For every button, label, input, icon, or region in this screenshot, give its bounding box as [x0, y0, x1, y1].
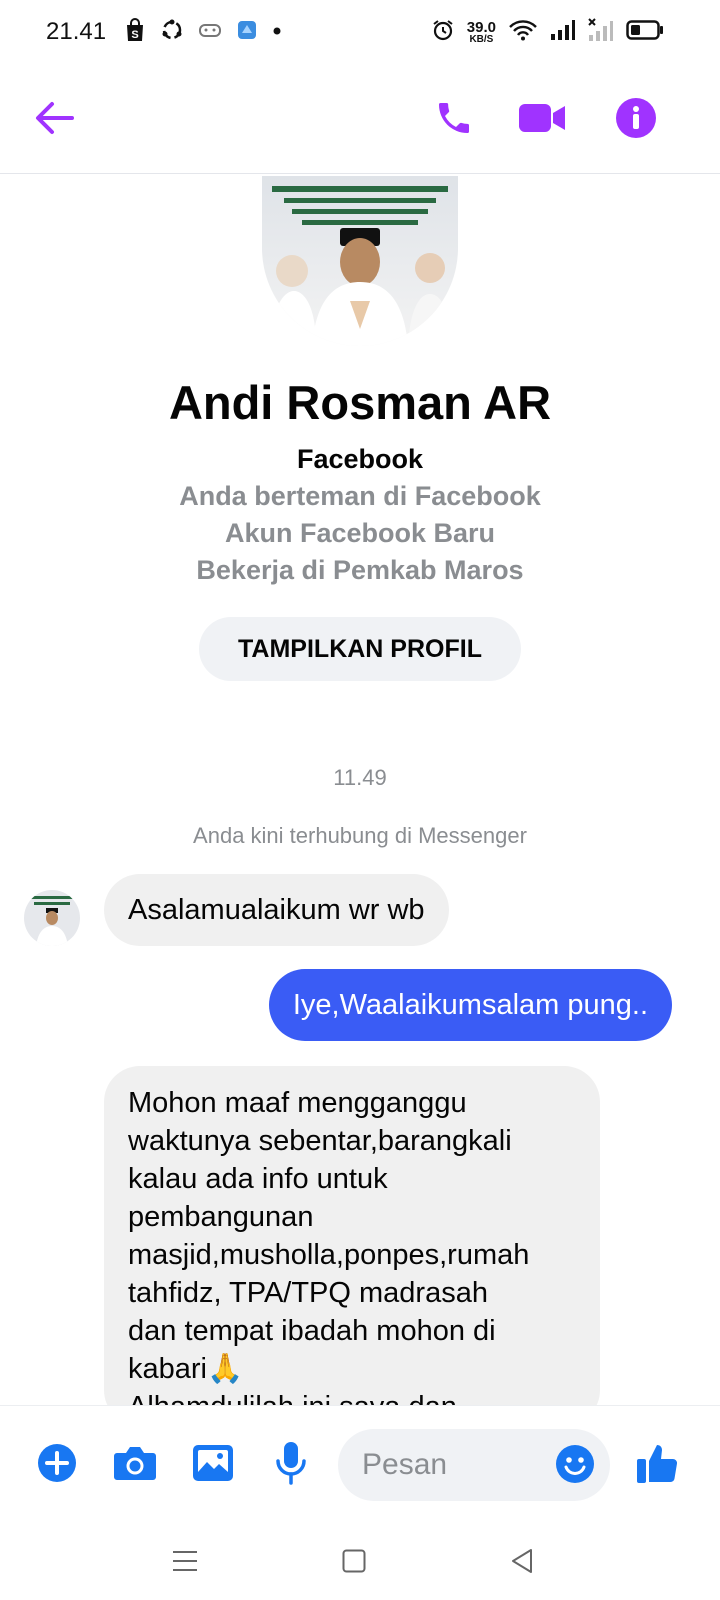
emoji-icon: [555, 1444, 595, 1489]
camera-button[interactable]: [110, 1440, 160, 1490]
system-status-icons: 39.0 KB/S: [431, 16, 664, 48]
message-line: waktunya sebentar,barangkali: [128, 1125, 512, 1157]
back-triangle-icon: [510, 1548, 534, 1579]
message-composer: [0, 1405, 720, 1525]
status-time: 21.41: [46, 18, 107, 45]
home-button[interactable]: [334, 1543, 374, 1583]
message-bubble-incoming[interactable]: Mohon maaf mengganggu waktunya sebentar,…: [104, 1066, 600, 1426]
message-line: dan tempat ibadah mohon di: [128, 1315, 496, 1347]
shopping-bag-icon: S: [124, 17, 146, 47]
message-line: kabari🙏: [128, 1353, 244, 1385]
menu-icon: [172, 1549, 198, 1578]
friend-status-text: Anda berteman di Facebook: [179, 481, 541, 511]
message-line: Mohon maaf mengganggu: [128, 1087, 467, 1119]
thumbs-up-icon: [635, 1441, 679, 1490]
phone-icon: [434, 98, 474, 143]
message-timestamp: 11.49: [333, 765, 387, 790]
voice-message-button[interactable]: [266, 1440, 316, 1490]
workplace-text: Bekerja di Pemkab Maros: [196, 555, 524, 585]
like-button[interactable]: [632, 1440, 682, 1490]
alarm-icon: [431, 18, 455, 47]
video-call-button[interactable]: [512, 90, 572, 150]
microphone-icon: [274, 1441, 308, 1490]
message-line: tahfidz, TPA/TPQ madrasah: [128, 1277, 488, 1309]
message-line: kalau ada info untuk: [128, 1163, 388, 1195]
conversation-header: [0, 64, 720, 174]
signal-icon: [550, 19, 576, 46]
recent-apps-button[interactable]: [165, 1543, 205, 1583]
profile-photo: [262, 176, 458, 346]
notification-icons: S: [124, 17, 282, 47]
network-speed-unit: KB/S: [469, 33, 494, 45]
app-cube-icon: [236, 19, 258, 46]
conversation-info-button[interactable]: [606, 90, 666, 150]
more-actions-button[interactable]: [32, 1440, 82, 1490]
wifi-icon: [508, 19, 538, 46]
gallery-button[interactable]: [188, 1440, 238, 1490]
view-profile-button[interactable]: TAMPILKAN PROFIL: [199, 617, 521, 681]
signal-no-service-icon: [588, 17, 614, 47]
contact-avatar[interactable]: [24, 890, 80, 946]
account-status-text: Akun Facebook Baru: [224, 518, 496, 548]
voice-call-button[interactable]: [424, 90, 484, 150]
network-speed: 39.0 KB/S: [467, 20, 496, 45]
info-icon: [615, 97, 657, 144]
contact-name: Andi Rosman AR: [168, 376, 552, 429]
image-icon: [192, 1444, 234, 1487]
network-speed-value: 39.0: [466, 18, 496, 36]
sync-icon: [160, 18, 184, 47]
message-bubble-outgoing[interactable]: Iye,Waalaikumsalam pung..: [268, 969, 672, 1041]
video-camera-icon: [518, 101, 566, 140]
dot-icon: [272, 23, 282, 41]
home-square-icon: [342, 1549, 366, 1578]
emoji-button[interactable]: [553, 1444, 597, 1488]
system-message: Anda kini terhubung di Messenger: [193, 823, 527, 848]
camera-icon: [113, 1444, 157, 1487]
message-line: pembangunan: [128, 1201, 314, 1233]
message-bubble-incoming[interactable]: Asalamualaikum wr wb: [104, 874, 449, 946]
plus-icon: [37, 1443, 77, 1488]
message-line: masjid,musholla,ponpes,rumah: [128, 1239, 530, 1271]
battery-icon: [626, 19, 664, 46]
svg-text:S: S: [131, 29, 138, 41]
back-arrow-icon: [34, 101, 74, 140]
game-controller-icon: [198, 20, 222, 45]
system-navigation-bar: [0, 1525, 720, 1600]
contact-network: Facebook: [296, 444, 424, 474]
back-button[interactable]: [24, 90, 84, 150]
back-button-system[interactable]: [502, 1543, 542, 1583]
status-bar: 21.41 S 39.0 KB/S: [0, 0, 720, 64]
